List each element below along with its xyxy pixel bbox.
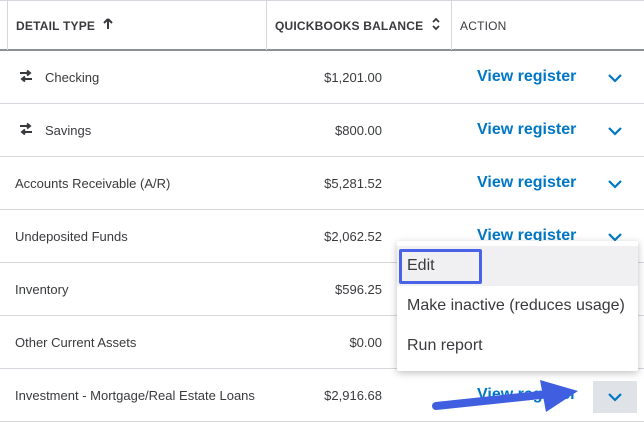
balance-cell: $596.25 [335,281,382,297]
balance-cell: $0.00 [349,334,382,350]
transfer-icon [19,122,33,138]
transfer-icon [19,69,33,85]
detail-type-cell: Other Current Assets [15,334,137,350]
balance-cell: $2,916.68 [324,387,382,403]
edit-highlight-box [399,249,482,284]
table-row: Savings $800.00 View register [0,104,644,157]
view-register-link[interactable]: View register [477,104,576,156]
balance-cell: $1,201.00 [324,69,382,85]
detail-type-header-label: DETAIL TYPE [16,18,96,33]
balance-cell: $800.00 [335,122,382,138]
detail-type-cell: Undeposited Funds [15,228,128,244]
annotation-arrow-icon [432,380,578,412]
balance-cell: $5,281.52 [324,175,382,191]
menu-item-run-report[interactable]: Run report [397,326,638,366]
view-register-link[interactable]: View register [477,157,576,209]
detail-type-cell: Accounts Receivable (A/R) [15,175,171,191]
menu-item-make-inactive[interactable]: Make inactive (reduces usage) [397,286,638,326]
arrow-up-icon [103,18,113,33]
table-row: Accounts Receivable (A/R) $5,281.52 View… [0,157,644,210]
chevron-down-icon[interactable] [600,118,630,144]
action-column-header: ACTION [451,1,644,50]
balance-header-label: QUICKBOOKS BALANCE [275,18,424,33]
detail-type-cell: Savings [45,122,92,138]
detail-type-cell: Checking [45,69,100,85]
table-row: Checking $1,201.00 View register [0,51,644,104]
detail-type-cell: Inventory [15,281,69,297]
chevron-down-icon[interactable] [593,381,637,413]
chevron-down-icon[interactable] [600,65,630,91]
detail-type-column-header[interactable]: DETAIL TYPE [7,1,266,50]
balance-column-header[interactable]: QUICKBOOKS BALANCE [266,1,451,50]
sort-updown-icon [431,17,441,33]
chevron-down-icon[interactable] [600,171,630,197]
balance-cell: $2,062.52 [324,228,382,244]
action-header-label: ACTION [460,18,507,33]
table-header: DETAIL TYPE QUICKBOOKS BALANCE ACTION [0,0,644,51]
view-register-link[interactable]: View register [477,51,576,103]
detail-type-cell: Investment - Mortgage/Real Estate Loans [15,387,255,403]
